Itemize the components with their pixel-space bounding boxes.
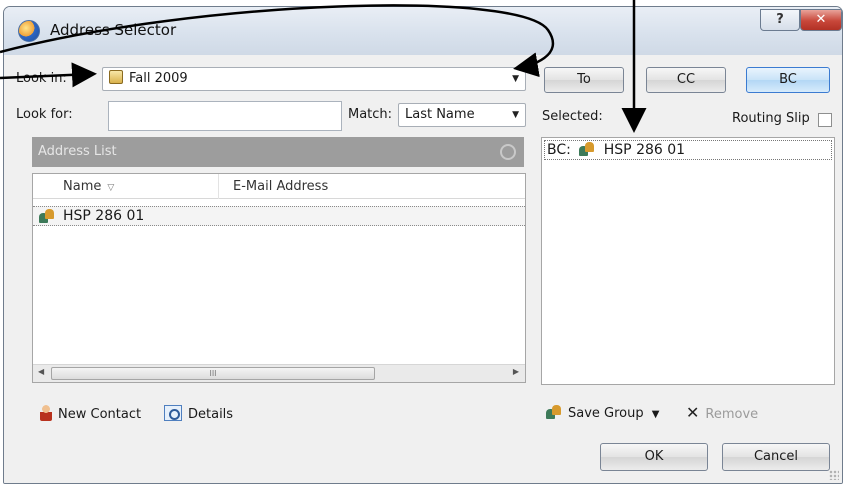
group-icon bbox=[579, 142, 595, 156]
to-button[interactable]: To bbox=[544, 67, 624, 93]
address-selector-window: Address Selector ? ✕ Look in: Fall 2009 … bbox=[3, 6, 843, 484]
scroll-right-icon[interactable]: ▶ bbox=[513, 367, 519, 376]
bc-button[interactable]: BC bbox=[746, 67, 830, 93]
column-email[interactable]: E-Mail Address bbox=[233, 179, 328, 194]
dialog-body: Look in: Fall 2009 ▼ To CC BC Look for: … bbox=[4, 55, 842, 483]
scroll-left-icon[interactable]: ◀ bbox=[38, 367, 44, 376]
group-icon bbox=[546, 405, 562, 419]
scroll-thumb[interactable]: III bbox=[51, 367, 375, 380]
selected-entry-name: HSP 286 01 bbox=[603, 142, 686, 158]
address-list[interactable]: Name ▽ E-Mail Address HSP 286 01 ◀ III ▶ bbox=[32, 173, 526, 383]
selected-entry[interactable]: BC: HSP 286 01 bbox=[544, 140, 832, 160]
match-value: Last Name bbox=[405, 107, 475, 122]
sort-icon: ▽ bbox=[107, 183, 115, 193]
list-item[interactable]: HSP 286 01 bbox=[33, 206, 525, 226]
column-divider[interactable] bbox=[218, 174, 219, 199]
chevron-down-icon: ▼ bbox=[512, 74, 519, 84]
save-group-button[interactable]: Save Group ▼ bbox=[546, 405, 659, 421]
look-in-dropdown[interactable]: Fall 2009 ▼ bbox=[102, 67, 526, 91]
close-button[interactable]: ✕ bbox=[800, 9, 842, 31]
window-title: Address Selector bbox=[50, 21, 177, 39]
cc-button[interactable]: CC bbox=[646, 67, 726, 93]
remove-button[interactable]: ✕ Remove bbox=[686, 403, 758, 422]
ok-button[interactable]: OK bbox=[600, 443, 708, 471]
selected-entry-prefix: BC: bbox=[547, 142, 571, 158]
x-icon: ✕ bbox=[686, 403, 700, 422]
group-icon bbox=[39, 209, 55, 223]
routing-slip-label: Routing Slip bbox=[732, 111, 810, 126]
contact-icon bbox=[40, 405, 52, 421]
look-for-label: Look for: bbox=[16, 107, 73, 122]
look-in-value: Fall 2009 bbox=[129, 71, 188, 86]
chevron-down-icon: ▼ bbox=[651, 409, 660, 420]
resize-grip[interactable] bbox=[829, 470, 839, 480]
folder-icon bbox=[109, 70, 123, 84]
horizontal-scrollbar[interactable]: ◀ III ▶ bbox=[33, 364, 525, 382]
details-link[interactable]: Details bbox=[164, 405, 233, 422]
look-in-label: Look in: bbox=[16, 71, 67, 86]
selected-list[interactable]: BC: HSP 286 01 bbox=[541, 137, 835, 385]
address-list-label: Address List bbox=[38, 144, 117, 159]
selected-label: Selected: bbox=[542, 109, 603, 124]
chevron-down-icon: ▼ bbox=[512, 110, 519, 120]
list-item-name: HSP 286 01 bbox=[63, 208, 145, 224]
address-book-icon bbox=[18, 20, 40, 42]
address-list-header: Address List bbox=[32, 137, 524, 167]
cancel-button[interactable]: Cancel bbox=[722, 443, 830, 471]
title-bar: Address Selector ? ✕ bbox=[4, 7, 842, 55]
refresh-icon[interactable] bbox=[500, 144, 516, 160]
column-name[interactable]: Name ▽ bbox=[63, 179, 114, 194]
help-button[interactable]: ? bbox=[760, 9, 800, 31]
look-for-input[interactable] bbox=[108, 101, 342, 131]
routing-slip-checkbox[interactable] bbox=[818, 113, 832, 127]
list-column-header: Name ▽ E-Mail Address bbox=[33, 174, 525, 199]
magnifier-card-icon bbox=[164, 405, 182, 421]
match-label: Match: bbox=[348, 107, 393, 122]
new-contact-link[interactable]: New Contact bbox=[40, 405, 141, 422]
match-dropdown[interactable]: Last Name ▼ bbox=[398, 103, 526, 127]
